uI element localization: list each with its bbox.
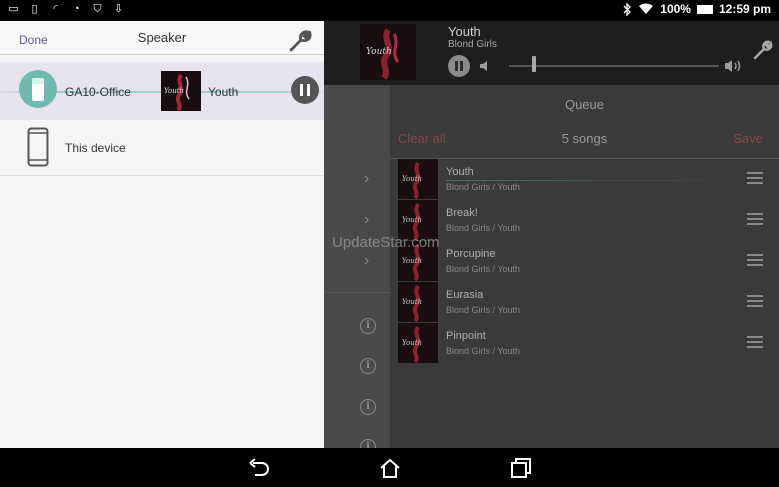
phone-icon bbox=[27, 127, 49, 167]
wifi-signal-icon: ◜ bbox=[53, 3, 58, 15]
chevron-right-icon[interactable]: › bbox=[364, 212, 376, 228]
mini-player: Youth Youth Blond Girls bbox=[324, 21, 779, 85]
panel-title: Speaker bbox=[137, 30, 187, 45]
battery-percent: 100% bbox=[660, 2, 691, 16]
clock: 12:59 pm bbox=[718, 2, 771, 16]
player-track-title: Youth bbox=[448, 24, 481, 39]
info-icon[interactable]: i bbox=[360, 399, 376, 415]
queue-row[interactable]: Youth Pinpoint Blond Girls / Youth bbox=[398, 323, 779, 364]
system-icons: 100% 12:59 pm bbox=[623, 2, 771, 16]
svg-text:Youth: Youth bbox=[164, 87, 184, 95]
speaker-panel-header: Done Speaker bbox=[0, 21, 324, 55]
svg-text:Youth: Youth bbox=[402, 339, 422, 347]
album-art: Youth bbox=[161, 71, 201, 111]
queue-song-subtitle: Blond Girls / Youth bbox=[446, 264, 521, 274]
speaker-track-title: Youth bbox=[208, 85, 239, 99]
player-track-artist: Blond Girls bbox=[448, 39, 497, 50]
pause-button[interactable] bbox=[291, 76, 319, 104]
drag-handle-icon[interactable] bbox=[747, 213, 763, 225]
queue-song-count: 5 songs bbox=[561, 131, 608, 146]
speaker-panel: Done Speaker GA10-Office Youth Youth Thi… bbox=[0, 21, 324, 448]
svg-text:Youth: Youth bbox=[402, 175, 422, 183]
drag-handle-icon[interactable] bbox=[747, 172, 763, 184]
shield-icon: ⛉ bbox=[93, 3, 102, 15]
volume-low-icon bbox=[480, 61, 487, 71]
bluetooth-icon bbox=[623, 2, 632, 16]
wrench-icon[interactable] bbox=[288, 29, 312, 53]
sd-card-icon: ▭ bbox=[8, 3, 19, 15]
svg-text:Youth: Youth bbox=[402, 257, 422, 265]
volume-slider-knob[interactable] bbox=[532, 56, 537, 72]
queue-song-title: Porcupine bbox=[446, 248, 496, 260]
volume-high-icon bbox=[725, 60, 741, 72]
queue-song-title: Youth bbox=[446, 166, 474, 178]
speaker-item-this-device[interactable]: This device bbox=[0, 120, 324, 176]
phone-icon: ▯ bbox=[31, 3, 38, 15]
svg-text:Youth: Youth bbox=[366, 47, 392, 57]
queue-song-subtitle: Blond Girls / Youth bbox=[446, 346, 521, 356]
drag-handle-icon[interactable] bbox=[747, 254, 763, 266]
chevron-right-icon[interactable]: › bbox=[364, 253, 376, 269]
queue-song-subtitle: Blond Girls / Youth bbox=[446, 223, 521, 233]
drag-handle-icon[interactable] bbox=[747, 336, 763, 348]
queue-row[interactable]: Youth Porcupine Blond Girls / Youth bbox=[398, 241, 779, 282]
album-art: Youth bbox=[398, 323, 438, 363]
notification-icons: ▭ ▯ ◜ ◔ ⛉ ⇩ bbox=[7, 3, 125, 16]
library-column: › › › i i i i bbox=[324, 85, 390, 448]
drag-handle-icon[interactable] bbox=[747, 295, 763, 307]
queue-song-subtitle: Blond Girls / Youth bbox=[446, 182, 521, 192]
queue-row[interactable]: Youth Eurasia Blond Girls / Youth bbox=[398, 282, 779, 323]
battery-icon bbox=[696, 4, 713, 14]
info-icon[interactable]: i bbox=[360, 439, 376, 448]
speaker-icon bbox=[32, 78, 44, 101]
home-icon[interactable] bbox=[378, 457, 402, 479]
recent-apps-icon[interactable] bbox=[509, 457, 533, 479]
navigation-bar bbox=[0, 448, 779, 487]
volume-slider[interactable] bbox=[509, 65, 719, 67]
info-icon[interactable]: i bbox=[360, 358, 376, 374]
now-playing-indicator bbox=[446, 180, 746, 181]
queue-row[interactable]: Youth Youth Blond Girls / Youth bbox=[398, 159, 779, 200]
player-pause-button[interactable] bbox=[448, 55, 470, 77]
queue-song-title: Eurasia bbox=[446, 289, 484, 301]
info-icon[interactable]: i bbox=[360, 318, 376, 334]
wifi-icon bbox=[639, 3, 654, 14]
queue-song-title: Break! bbox=[446, 207, 478, 219]
chevron-right-icon[interactable]: › bbox=[364, 171, 376, 187]
divider bbox=[324, 292, 390, 293]
album-art[interactable]: Youth bbox=[360, 24, 416, 80]
download-icon: ⇩ bbox=[113, 3, 124, 15]
speedometer-icon: ◔ bbox=[73, 3, 80, 15]
device-name: This device bbox=[65, 141, 126, 155]
status-bar: ▭ ▯ ◜ ◔ ⛉ ⇩ 100% 12:59 pm bbox=[0, 0, 779, 21]
album-art: Youth bbox=[398, 159, 438, 199]
svg-text:Youth: Youth bbox=[402, 216, 422, 224]
queue-song-title: Pinpoint bbox=[446, 330, 486, 342]
queue-title: Queue bbox=[564, 97, 605, 112]
speaker-avatar bbox=[19, 70, 57, 108]
speaker-name: GA10-Office bbox=[65, 85, 131, 99]
svg-text:Youth: Youth bbox=[402, 298, 422, 306]
queue-song-subtitle: Blond Girls / Youth bbox=[446, 305, 521, 315]
save-queue-button[interactable]: Save bbox=[733, 131, 763, 146]
queue-row[interactable]: Youth Break! Blond Girls / Youth bbox=[398, 200, 779, 241]
back-icon[interactable] bbox=[247, 457, 271, 479]
speaker-item-ga10-office[interactable]: GA10-Office Youth Youth bbox=[0, 62, 324, 120]
watermark: UpdateStar.com bbox=[332, 234, 440, 251]
settings-wrench-icon[interactable] bbox=[752, 39, 774, 61]
album-art: Youth bbox=[398, 282, 438, 322]
